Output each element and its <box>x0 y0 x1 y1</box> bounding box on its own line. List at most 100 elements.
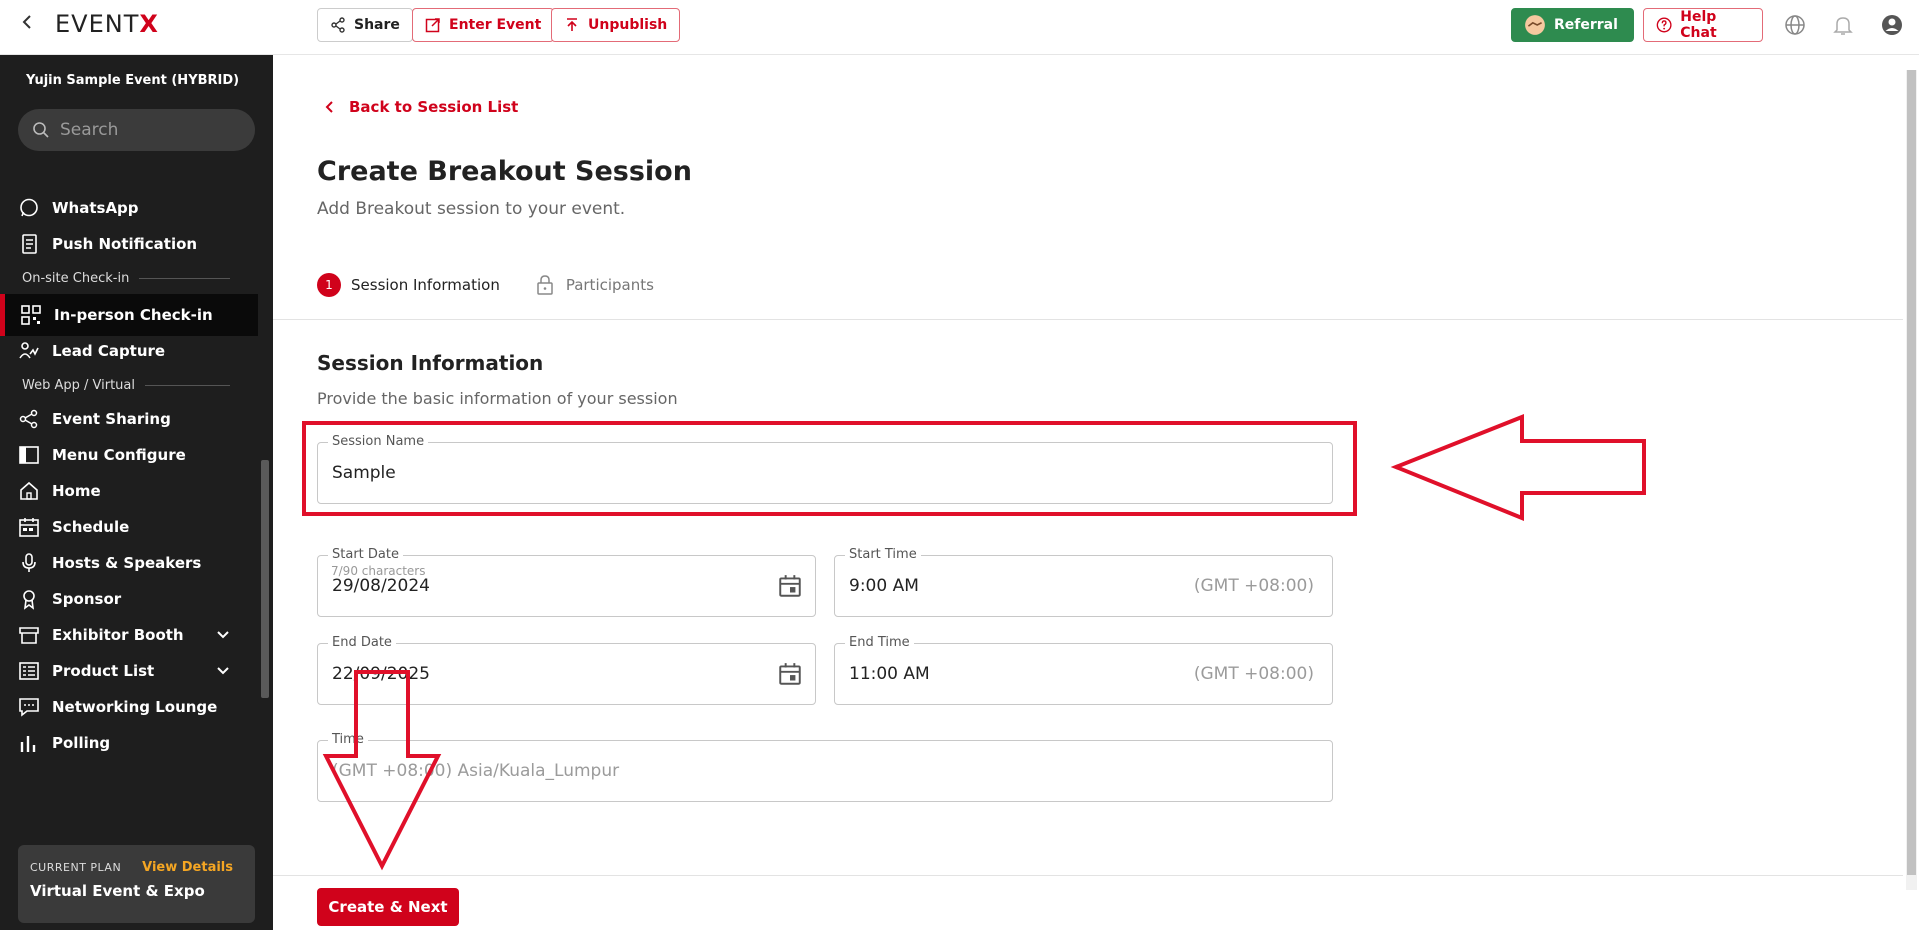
back-chevron-icon[interactable] <box>20 12 38 34</box>
back-label: Back to Session List <box>349 98 519 116</box>
divider <box>273 319 1903 320</box>
end-time-input[interactable] <box>849 664 1148 684</box>
sidebar-item-label: Schedule <box>52 518 130 536</box>
sidebar-item-label: Sponsor <box>52 590 122 608</box>
search-input[interactable] <box>60 120 230 140</box>
end-date-field[interactable]: End Date <box>317 635 816 705</box>
create-next-button[interactable]: Create & Next <box>317 888 459 926</box>
sidebar-item-lead-capture[interactable]: Lead Capture <box>0 330 258 372</box>
share-button[interactable]: Share <box>317 8 413 42</box>
section-title: Session Information <box>317 351 544 375</box>
calendar-icon[interactable] <box>777 661 803 687</box>
page-title: Create Breakout Session <box>317 156 692 187</box>
globe-icon[interactable] <box>1783 13 1807 37</box>
unpublish-label: Unpublish <box>588 17 668 33</box>
search-icon <box>33 122 49 138</box>
timezone-offset: (GMT +08:00) <box>1193 576 1314 596</box>
sidebar-item-label: Lead Capture <box>52 342 166 360</box>
sidebar-item-label: Menu Configure <box>52 446 186 464</box>
sidebar-item-label: In-person Check-in <box>54 306 213 324</box>
start-time-label: Start Time <box>845 547 921 562</box>
referral-button[interactable]: Referral <box>1511 8 1634 42</box>
section-subtitle: Provide the basic information of your se… <box>317 389 678 408</box>
timezone-label: Time <box>328 732 368 747</box>
sidebar-item-polling[interactable]: Polling <box>0 722 258 764</box>
step-session-information[interactable]: Session Information <box>351 276 500 294</box>
sidebar-item-label: Exhibitor Booth <box>52 626 184 644</box>
sidebar-item-label: Event Sharing <box>52 410 171 428</box>
start-date-field[interactable]: Start Date <box>317 547 816 617</box>
microphone-icon <box>22 553 36 572</box>
schedule-icon <box>19 518 39 537</box>
share-icon <box>331 17 345 33</box>
help-chat-label: Help Chat <box>1680 9 1717 41</box>
start-time-input[interactable] <box>849 576 1148 596</box>
unpublish-button[interactable]: Unpublish <box>551 8 681 42</box>
chevron-down-icon[interactable] <box>214 626 232 644</box>
main-scrollbar[interactable] <box>1906 70 1917 890</box>
step-participants-label: Participants <box>565 276 654 294</box>
home-icon <box>20 481 38 500</box>
sidebar-item-label: WhatsApp <box>52 199 139 217</box>
sidebar: Yujin Sample Event (HYBRID) WhatsApp Pus… <box>0 55 273 930</box>
external-link-icon <box>425 18 440 33</box>
upload-icon <box>567 18 577 31</box>
end-time-field[interactable]: End Time (GMT +08:00) <box>834 635 1333 705</box>
whatsapp-icon <box>20 198 38 217</box>
chevron-left-icon <box>325 101 333 113</box>
footer-divider <box>273 875 1903 876</box>
product-list-icon <box>19 662 39 680</box>
highlight-box <box>302 421 1357 516</box>
calendar-icon[interactable] <box>777 573 803 599</box>
account-icon[interactable] <box>1880 13 1904 37</box>
share-label: Share <box>354 17 400 33</box>
sidebar-nav: WhatsApp Push Notification On-site Check… <box>0 165 258 825</box>
handshake-icon <box>1525 15 1545 35</box>
logo: EVENTX <box>55 10 159 38</box>
section-onsite-checkin: On-site Check-in <box>22 271 230 286</box>
sidebar-item-label: Networking Lounge <box>52 698 218 716</box>
chat-icon <box>19 698 39 717</box>
event-name: Yujin Sample Event (HYBRID) <box>26 73 240 88</box>
sidebar-scroll-thumb[interactable] <box>261 460 269 698</box>
view-details-link[interactable]: View Details <box>142 860 233 875</box>
sidebar-item-push-notification[interactable]: Push Notification <box>0 223 258 265</box>
lock-icon <box>537 275 553 295</box>
back-to-session-list-link[interactable]: Back to Session List <box>325 98 518 116</box>
start-date-label: Start Date <box>328 547 403 562</box>
start-date-input[interactable] <box>332 576 730 596</box>
step-participants[interactable]: Participants <box>536 274 654 296</box>
main-scroll-thumb[interactable] <box>1907 70 1916 875</box>
step-number: 1 <box>317 273 341 297</box>
current-plan-card: CURRENT PLAN View Details Virtual Event … <box>18 845 255 923</box>
timezone-value: (GMT +08:00) Asia/Kuala_Lumpur <box>332 761 620 781</box>
help-icon <box>1656 17 1672 33</box>
sidebar-item-label: Product List <box>52 662 155 680</box>
sidebar-item-label: Home <box>52 482 101 500</box>
sidebar-item-label: Push Notification <box>52 235 198 253</box>
stepper: 1 Session Information Participants <box>317 273 654 297</box>
referral-label: Referral <box>1554 17 1618 33</box>
sponsor-icon <box>23 590 35 610</box>
end-date-label: End Date <box>328 635 396 650</box>
enter-event-button[interactable]: Enter Event <box>412 8 555 42</box>
menu-configure-icon <box>19 446 39 464</box>
help-chat-button[interactable]: Help Chat <box>1643 8 1763 42</box>
end-date-input[interactable] <box>332 664 730 684</box>
timezone-field[interactable]: Time (GMT +08:00) Asia/Kuala_Lumpur <box>317 732 1333 802</box>
plan-name: Virtual Event & Expo <box>30 882 205 900</box>
search-box[interactable] <box>18 109 255 151</box>
start-time-field[interactable]: Start Time (GMT +08:00) <box>834 547 1333 617</box>
lead-capture-icon <box>19 342 39 359</box>
qr-icon <box>21 305 41 325</box>
page-subtitle: Add Breakout session to your event. <box>317 199 626 219</box>
chevron-down-icon[interactable] <box>214 662 232 680</box>
bell-icon[interactable] <box>1831 13 1855 37</box>
top-bar: EVENTX Share Enter Event Unpublish Refer… <box>0 0 1919 55</box>
enter-event-label: Enter Event <box>449 17 542 33</box>
sidebar-item-label: Hosts & Speakers <box>52 554 202 572</box>
polling-icon <box>20 736 36 752</box>
end-time-label: End Time <box>845 635 914 650</box>
timezone-offset: (GMT +08:00) <box>1193 664 1314 684</box>
sidebar-item-label: Polling <box>52 734 111 752</box>
